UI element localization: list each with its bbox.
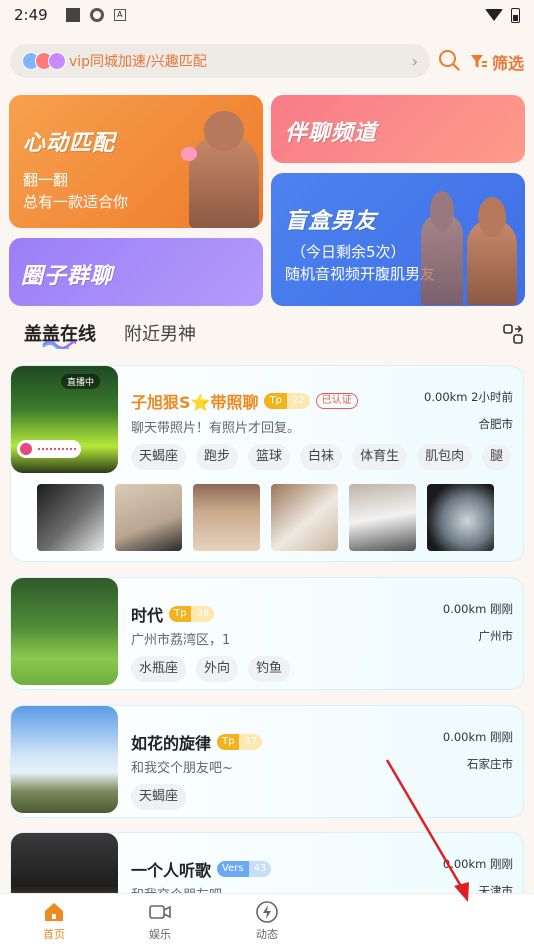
photo-thumb[interactable] xyxy=(115,484,182,551)
switch-layout-icon[interactable] xyxy=(503,324,523,344)
nav-label: 娱乐 xyxy=(149,928,171,941)
photo-thumb[interactable] xyxy=(349,484,416,551)
voice-message[interactable] xyxy=(17,440,81,458)
tag: 天蝎座 xyxy=(131,784,187,810)
vip-match-text: vip同城加速/兴趣匹配 xyxy=(69,54,207,70)
blindbox-boyfriend-banner[interactable]: 盲盒男友 （今日剩余5次） 随机音视频开腹肌男友 xyxy=(271,173,525,306)
tab-nearby[interactable]: 附近男神 xyxy=(124,320,196,346)
user-name: 子旭狠S⭐带照聊 xyxy=(131,393,259,412)
heartbeat-match-banner[interactable]: 心动匹配 翻一翻 总有一款适合你 xyxy=(9,95,263,228)
chat-channel-banner[interactable]: 伴聊频道 xyxy=(271,95,525,163)
distance-time: 0.00km 刚刚 xyxy=(442,730,513,744)
tab-active-underline xyxy=(42,341,76,349)
heart-icon xyxy=(181,147,197,161)
tag: 篮球 xyxy=(248,444,291,470)
filter-button[interactable]: 筛选 xyxy=(470,50,524,74)
photo-gallery xyxy=(37,484,494,551)
male-figure-image xyxy=(467,197,517,305)
avatar: 直播中 xyxy=(11,366,118,473)
user-bio: 广州市荔湾区，1 xyxy=(131,633,231,648)
status-bar: 2:49 A xyxy=(0,0,534,30)
certified-badge: 已认证 xyxy=(315,393,358,409)
status-time: 2:49 xyxy=(14,6,48,24)
avatar-faces-icon xyxy=(22,52,66,70)
avatar xyxy=(11,706,118,813)
nav-label: 首页 xyxy=(43,928,65,941)
tag: 腿 xyxy=(482,444,512,470)
user-name: 一个人听歌 xyxy=(131,861,212,880)
tag: 肌包肉 xyxy=(417,444,473,470)
user-name: 如花的旋律 xyxy=(131,734,212,753)
nav-entertainment[interactable]: 娱乐 xyxy=(130,900,190,942)
tag: 外向 xyxy=(196,656,239,682)
user-name-row: 一个人听歌 Vers 43 xyxy=(131,857,272,881)
tag-list: 天蝎座 跑步 篮球 白袜 体育生 肌包肉 腿 xyxy=(131,444,515,470)
banner-title: 伴聊频道 xyxy=(285,121,378,146)
chevron-right-icon: › xyxy=(411,51,418,71)
user-name-row: 如花的旋律 Tp 37 xyxy=(131,730,263,754)
photo-thumb[interactable] xyxy=(37,484,104,551)
filter-label: 筛选 xyxy=(492,54,525,73)
filter-icon xyxy=(471,55,487,68)
user-card[interactable]: 如花的旋律 Tp 37 0.00km 刚刚 石家庄市 和我交个朋友吧~ 天蝎座 xyxy=(10,705,524,818)
tag: 白袜 xyxy=(300,444,343,470)
tag: 跑步 xyxy=(196,444,239,470)
city-label: 石家庄市 xyxy=(467,757,513,771)
user-bio: 聊天带照片！有照片才回复。 xyxy=(131,421,301,436)
play-icon xyxy=(20,443,32,455)
level-badge: Tp 22 xyxy=(264,393,310,409)
bottom-nav: 首页 娱乐 动态 xyxy=(0,893,534,950)
search-icon[interactable] xyxy=(438,49,460,71)
live-badge: 直播中 xyxy=(61,374,101,389)
battery-icon xyxy=(511,7,520,23)
video-camera-icon xyxy=(149,905,171,919)
tag: 钓鱼 xyxy=(248,656,291,682)
user-name-row: 子旭狠S⭐带照聊 Tp 22 已认证 xyxy=(131,389,358,413)
banner-title: 圈子群聊 xyxy=(21,264,114,289)
photo-thumb[interactable] xyxy=(193,484,260,551)
tag: 体育生 xyxy=(352,444,408,470)
male-figure-image xyxy=(189,111,259,228)
app-a-icon: A xyxy=(113,9,126,21)
city-label: 广州市 xyxy=(478,629,514,643)
male-figure-image xyxy=(421,191,463,305)
tag: 水瓶座 xyxy=(131,656,187,682)
user-name: 时代 xyxy=(131,606,164,625)
nav-label: 动态 xyxy=(256,928,278,941)
distance-time: 0.00km 刚刚 xyxy=(442,857,513,871)
photo-thumb[interactable] xyxy=(427,484,494,551)
wifi-icon xyxy=(485,9,503,21)
nav-moments[interactable]: 动态 xyxy=(237,900,297,942)
level-badge: Tp 38 xyxy=(169,606,215,622)
avatar xyxy=(11,578,118,685)
distance-time: 0.00km 2小时前 xyxy=(424,390,513,404)
distance-time: 0.00km 刚刚 xyxy=(442,602,513,616)
home-icon xyxy=(45,903,63,921)
photo-thumb[interactable] xyxy=(271,484,338,551)
user-card[interactable]: 直播中 子旭狠S⭐带照聊 Tp 22 已认证 0.00km 2小时前 合肥市 聊天… xyxy=(10,365,524,562)
city-label: 合肥市 xyxy=(478,417,514,431)
tag-list: 水瓶座 外向 钓鱼 xyxy=(131,656,291,682)
sync-icon xyxy=(89,8,104,22)
user-name-row: 时代 Tp 38 xyxy=(131,602,215,626)
tag: 天蝎座 xyxy=(131,444,187,470)
nav-home[interactable]: 首页 xyxy=(24,900,84,942)
lightning-icon xyxy=(256,901,278,923)
group-chat-banner[interactable]: 圈子群聊 xyxy=(9,238,263,306)
tag-list: 天蝎座 xyxy=(131,784,187,810)
level-badge: Vers 43 xyxy=(217,861,272,877)
vip-match-bar[interactable]: vip同城加速/兴趣匹配 › xyxy=(10,44,430,78)
user-bio: 和我交个朋友吧~ xyxy=(131,761,233,776)
level-badge: Tp 37 xyxy=(217,734,263,750)
user-card[interactable]: 时代 Tp 38 0.00km 刚刚 广州市 广州市荔湾区，1 水瓶座 外向 钓鱼 xyxy=(10,577,524,690)
notification-square-icon xyxy=(65,8,80,22)
